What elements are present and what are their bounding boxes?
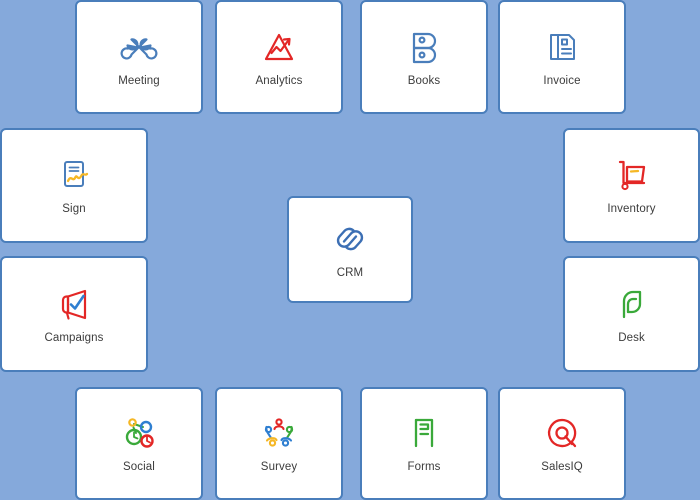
- app-tile-label: Social: [123, 461, 155, 473]
- app-tile-label: Campaigns: [44, 331, 104, 344]
- invoice-document-icon: [541, 27, 583, 67]
- meeting-petals-icon: [118, 27, 160, 67]
- app-tile-label: Desk: [618, 331, 645, 344]
- app-tile-meeting[interactable]: Meeting: [75, 0, 203, 114]
- app-tile-label: SalesIQ: [541, 461, 583, 473]
- sign-signature-icon: [53, 155, 95, 195]
- app-tile-books[interactable]: Books: [360, 0, 488, 114]
- app-tile-sign[interactable]: Sign: [0, 128, 148, 243]
- app-tile-label: Analytics: [255, 74, 303, 87]
- forms-page-icon: [403, 413, 445, 453]
- app-suite-grid: Meeting Analytics Books Invoice Sign Cam…: [0, 0, 700, 500]
- app-tile-invoice[interactable]: Invoice: [498, 0, 626, 114]
- app-tile-survey[interactable]: Survey: [215, 387, 343, 500]
- crm-linked-rings-icon: [329, 219, 371, 259]
- app-tile-desk[interactable]: Desk: [563, 256, 700, 372]
- app-tile-inventory[interactable]: Inventory: [563, 128, 700, 243]
- app-tile-label: Sign: [62, 203, 86, 215]
- app-tile-label: Books: [407, 74, 441, 87]
- app-tile-salesiq[interactable]: SalesIQ: [498, 387, 626, 500]
- inventory-trolley-icon: [611, 155, 653, 195]
- campaigns-megaphone-icon: [53, 284, 95, 324]
- survey-people-circle-icon: [258, 413, 300, 453]
- app-tile-label: Invoice: [543, 74, 581, 87]
- social-network-icon: [118, 413, 160, 453]
- app-tile-label: Survey: [260, 461, 298, 473]
- app-tile-campaigns[interactable]: Campaigns: [0, 256, 148, 372]
- app-tile-label: CRM: [336, 267, 364, 279]
- desk-headset-icon: [611, 284, 653, 324]
- app-tile-label: Forms: [407, 461, 441, 473]
- app-tile-analytics[interactable]: Analytics: [215, 0, 343, 114]
- app-tile-forms[interactable]: Forms: [360, 387, 488, 500]
- books-b-icon: [403, 27, 445, 67]
- app-tile-label: Meeting: [118, 74, 160, 87]
- analytics-peak-icon: [258, 27, 300, 67]
- app-tile-crm[interactable]: CRM: [287, 196, 413, 303]
- app-tile-label: Inventory: [607, 203, 656, 215]
- app-tile-social[interactable]: Social: [75, 387, 203, 500]
- salesiq-target-icon: [541, 413, 583, 453]
